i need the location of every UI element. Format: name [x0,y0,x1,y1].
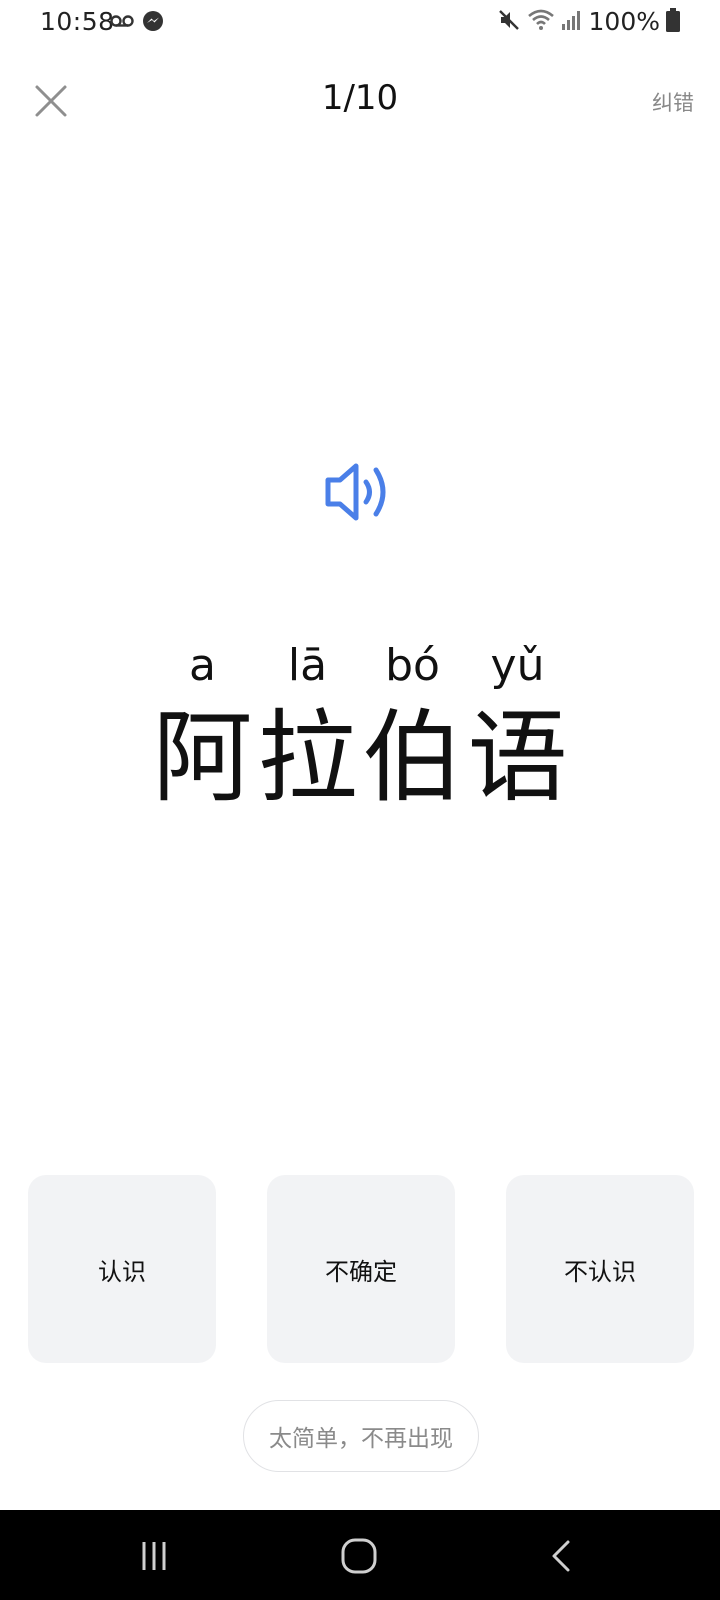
status-system-icons: 100% [497,7,680,36]
wifi-icon [527,8,555,36]
pinyin-syllable: lā [287,640,328,691]
hanzi-character: 拉 [257,699,358,816]
pinyin-row: a lā bó yǔ [150,640,570,691]
progress-counter: 1/10 [321,78,399,118]
speaker-icon [325,463,386,521]
home-button[interactable] [338,1534,382,1578]
pinyin-syllable: bó [385,640,440,691]
home-icon [341,1538,377,1574]
battery-percent: 100% [588,7,660,36]
voicemail-icon [110,13,134,33]
dont-know-button[interactable]: 不认识 [506,1175,694,1363]
signal-icon [561,9,583,35]
mute-icon [497,8,521,36]
status-notification-icons [110,10,164,36]
messenger-icon [142,10,164,36]
recents-button[interactable] [134,1534,178,1578]
report-error-link[interactable]: 纠错 [652,87,694,117]
unsure-button[interactable]: 不确定 [267,1175,455,1363]
header: 1/10 纠错 [0,60,720,140]
hanzi-character: 伯 [362,699,463,816]
hanzi-character: 语 [467,699,568,816]
play-audio-button[interactable] [324,458,396,526]
status-bar: 10:58 100% [0,0,720,46]
know-button[interactable]: 认识 [28,1175,216,1363]
answer-choices: 认识 不确定 不认识 [28,1175,694,1363]
pinyin-syllable: a [189,640,216,691]
battery-icon [666,7,680,36]
status-time: 10:58 [40,7,115,36]
back-icon [552,1540,570,1572]
hanzi-character: 阿 [152,699,253,816]
too-easy-button[interactable]: 太简单，不再出现 [243,1400,479,1472]
pinyin-syllable: yǔ [490,640,545,691]
back-button[interactable] [540,1534,584,1578]
system-nav-bar [0,1510,720,1600]
hanzi-word: 阿 拉 伯 语 [150,700,570,816]
recents-icon [142,1542,166,1570]
